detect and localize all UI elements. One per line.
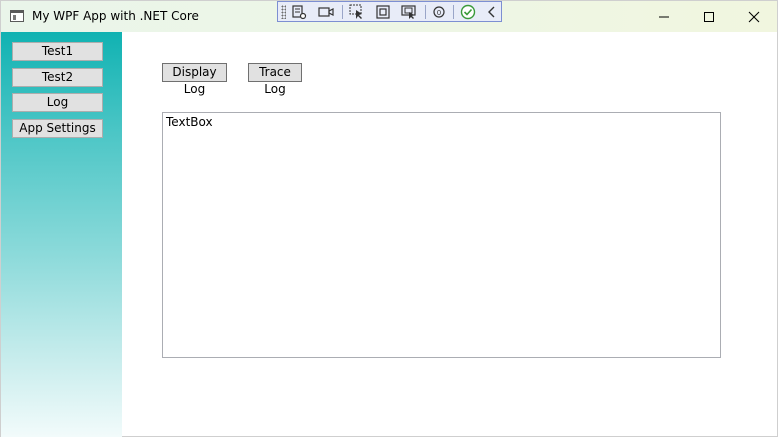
toolbar-separator (425, 5, 426, 19)
wpf-debug-toolbar: 0 (277, 1, 502, 22)
display-log-button[interactable]: Display Log (162, 63, 227, 96)
log-button[interactable]: Log (12, 93, 103, 112)
maximize-icon (704, 11, 714, 22)
binding-failures-icon[interactable]: 0 (429, 3, 449, 21)
app-window-icon (10, 10, 24, 22)
minimize-icon (659, 16, 669, 17)
title-bar[interactable]: My WPF App with .NET Core 0 (1, 1, 777, 32)
window-title: My WPF App with .NET Core (32, 9, 199, 23)
trace-log-button[interactable]: Trace Log (248, 63, 302, 96)
hot-reload-ok-icon[interactable] (458, 3, 478, 21)
close-icon (748, 11, 760, 22)
visual-tree-icon[interactable] (289, 3, 309, 21)
svg-text:0: 0 (437, 9, 441, 17)
display-adorners-icon[interactable] (373, 3, 393, 21)
log-textbox[interactable]: TextBox (162, 112, 721, 358)
record-icon[interactable] (316, 3, 336, 21)
app-settings-button[interactable]: App Settings (12, 119, 103, 138)
toolbar-separator (453, 5, 454, 19)
minimize-button[interactable] (641, 1, 687, 32)
sidebar: Test1 Test2 Log App Settings (1, 32, 122, 437)
track-focus-icon[interactable] (399, 3, 419, 21)
toolbar-grip-icon[interactable] (281, 5, 286, 19)
app-window: My WPF App with .NET Core 0 Test1 Test2 … (0, 0, 778, 437)
maximize-button[interactable] (686, 1, 732, 32)
test1-button[interactable]: Test1 (12, 42, 103, 61)
toolbar-separator (342, 5, 343, 19)
close-button[interactable] (731, 1, 777, 32)
select-element-icon[interactable] (347, 3, 367, 21)
test2-button[interactable]: Test2 (12, 68, 103, 87)
collapse-icon[interactable] (482, 3, 502, 21)
